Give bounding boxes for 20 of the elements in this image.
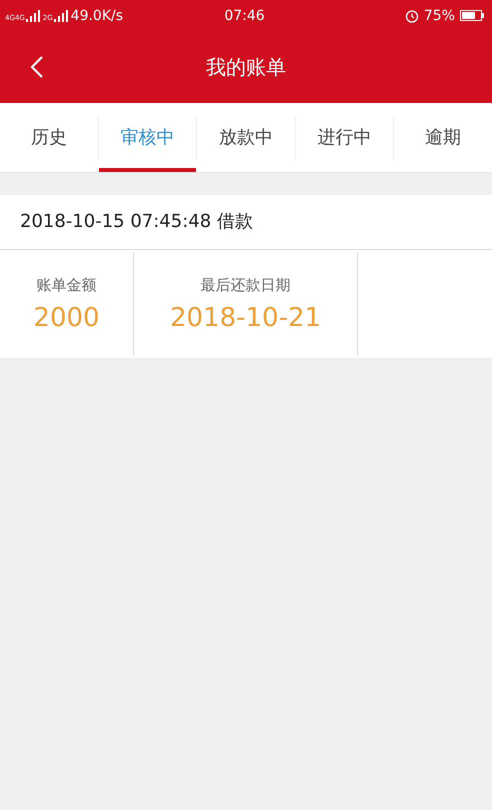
- field-value: 2000: [33, 302, 100, 332]
- tab[interactable]: 历史: [0, 103, 98, 172]
- field-value: 2018-10-21: [170, 302, 322, 332]
- field-label: 最后还款日期: [200, 276, 290, 294]
- tab[interactable]: 进行中: [296, 103, 394, 172]
- network-speed: 49.0K/s: [70, 8, 124, 24]
- tab[interactable]: 逾期: [394, 103, 492, 172]
- battery-icon: [460, 10, 484, 21]
- alarm-clock-icon: [404, 8, 419, 22]
- bill-card[interactable]: 2018-10-15 07:45:48 借款 账单金额 2000 最后还款日期 2018-10-21: [0, 195, 492, 358]
- page-title: 我的账单: [206, 54, 286, 80]
- clock: 07:46: [224, 8, 265, 24]
- tab[interactable]: 放款中: [197, 103, 295, 172]
- signal-icon: [26, 10, 40, 22]
- tab[interactable]: 审核中: [98, 103, 196, 172]
- back-icon[interactable]: [30, 55, 44, 79]
- battery-percent: 75%: [424, 8, 455, 24]
- field-label: 账单金额: [36, 276, 96, 294]
- signal-icon: [54, 10, 68, 22]
- bill-title: 2018-10-15 07:45:48 借款: [0, 195, 492, 250]
